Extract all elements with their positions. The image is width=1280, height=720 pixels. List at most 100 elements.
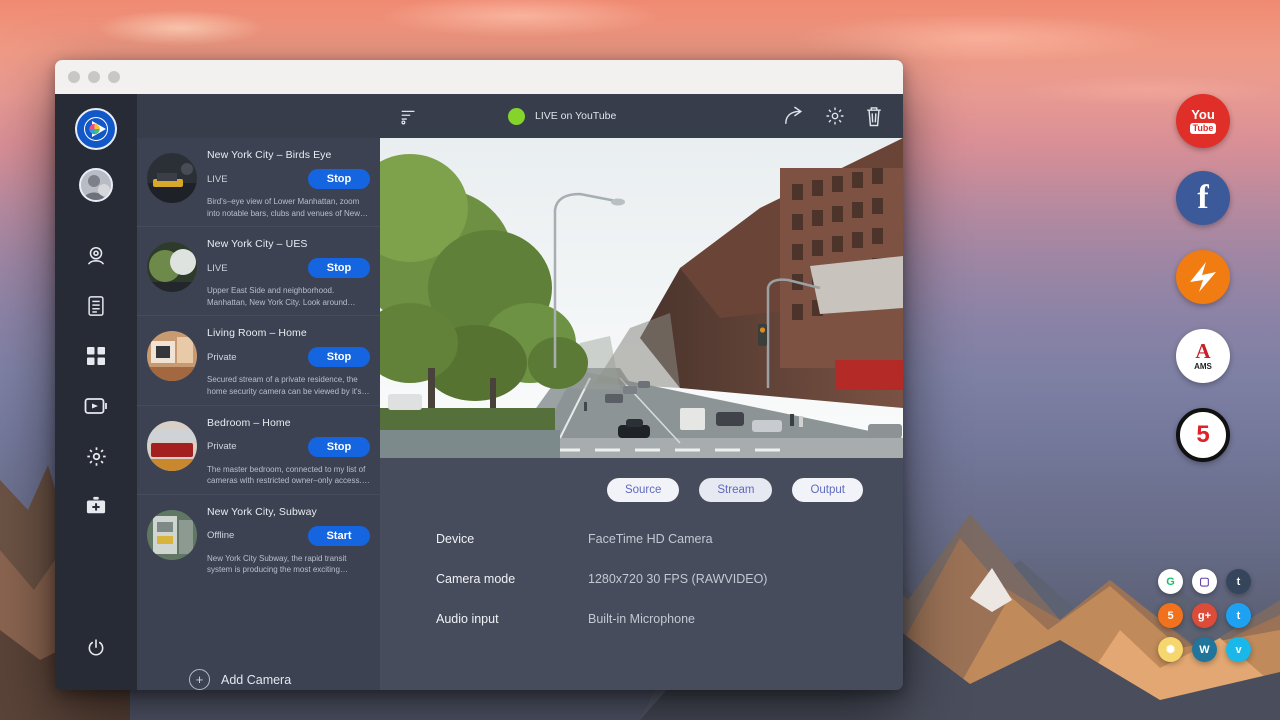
camera-list-panel: New York City – Birds Eye LIVE Stop Bird…	[137, 94, 380, 690]
facebook-f-icon: f	[1197, 181, 1208, 215]
camera-status: LIVE	[207, 263, 228, 274]
detail-key: Camera mode	[436, 572, 588, 586]
sketch-glyph: 5	[1167, 610, 1173, 622]
detail-value: 1280x720 30 FPS (RAWVIDEO)	[588, 572, 767, 586]
tab-stream[interactable]: Stream	[699, 478, 772, 502]
camera-status: Private	[207, 441, 237, 452]
application-window: New York City – Birds Eye LIVE Stop Bird…	[55, 60, 903, 690]
dock-icon-vimeo[interactable]: v	[1226, 637, 1251, 662]
dock-icon-flickr[interactable]: ✺	[1158, 637, 1183, 662]
sidebar-item-settings[interactable]	[76, 436, 116, 476]
dock-icon-facebook[interactable]: f	[1176, 171, 1230, 225]
camera-description: Upper East Side and neighborhood. Manhat…	[207, 285, 370, 308]
live-status-dot	[508, 108, 525, 125]
video-preview[interactable]	[380, 138, 903, 458]
sidebar-item-logs[interactable]	[76, 286, 116, 326]
add-camera-label: Add Camera	[221, 673, 291, 687]
app-logo-icon[interactable]	[75, 108, 117, 150]
camera-list-item[interactable]: New York City – UES LIVE Stop Upper East…	[137, 227, 380, 316]
detail-row-audio-input: Audio input Built-in Microphone	[436, 612, 903, 626]
camera-list-item[interactable]: Bedroom – Home Private Stop The master b…	[137, 406, 380, 495]
window-maximize-button[interactable]	[108, 71, 120, 83]
video-screen-icon	[84, 396, 108, 416]
dock-icon-target-five[interactable]: 5	[1176, 408, 1230, 462]
add-box-icon	[85, 496, 107, 516]
vimeo-glyph: v	[1235, 644, 1241, 656]
camera-thumbnail	[147, 153, 197, 203]
share-arrow-icon[interactable]	[783, 106, 805, 126]
camera-action-button[interactable]: Stop	[308, 258, 370, 278]
dock-icon-wowza[interactable]	[1176, 250, 1230, 304]
camera-status: LIVE	[207, 174, 228, 185]
camera-list[interactable]: New York City – Birds Eye LIVE Stop Bird…	[137, 138, 380, 641]
user-avatar[interactable]	[79, 168, 113, 202]
thumbnail-ues	[147, 242, 197, 292]
lightning-icon	[1182, 256, 1224, 298]
detail-value: Built-in Microphone	[588, 612, 695, 626]
camera-thumbnail	[147, 421, 197, 471]
camera-status: Offline	[207, 530, 234, 541]
dock-icon-adobe-ams[interactable]: A AMS	[1176, 329, 1230, 383]
video-frame	[380, 138, 903, 458]
camera-thumbnail	[147, 510, 197, 560]
twitch-glyph: ▢	[1199, 575, 1209, 588]
sidebar-item-streams[interactable]	[76, 386, 116, 426]
camera-description: Bird's–eye view of Lower Manhattan, zoom…	[207, 196, 370, 219]
dock-icon-twitch[interactable]: ▢	[1192, 569, 1217, 594]
dock-icon-youtube[interactable]: You Tube	[1176, 94, 1230, 148]
main-panel: LIVE on YouTube	[380, 94, 903, 690]
sort-icon[interactable]	[400, 108, 417, 125]
camera-action-button[interactable]: Stop	[308, 347, 370, 367]
detail-tabs[interactable]: Source Stream Output	[380, 458, 903, 502]
flickr-glyph: ✺	[1166, 643, 1175, 656]
gear-icon[interactable]	[825, 106, 845, 126]
tumblr-glyph: t	[1237, 576, 1241, 588]
trash-icon[interactable]	[865, 106, 883, 127]
camera-action-button[interactable]: Start	[308, 526, 370, 546]
dock-icon-youtube-line2: Tube	[1190, 123, 1217, 134]
avatar-icon	[81, 170, 111, 200]
window-titlebar[interactable]	[55, 60, 903, 94]
window-close-button[interactable]	[68, 71, 80, 83]
camera-list-item[interactable]: New York City – Birds Eye LIVE Stop Bird…	[137, 138, 380, 227]
camera-title: New York City – Birds Eye	[207, 149, 370, 161]
power-icon	[86, 638, 106, 658]
sidebar-item-cameras[interactable]	[76, 236, 116, 276]
detail-key: Audio input	[436, 612, 588, 626]
dock-icon-wordpress[interactable]: W	[1192, 637, 1217, 662]
wordpress-glyph: W	[1199, 644, 1209, 656]
camera-action-button[interactable]: Stop	[308, 437, 370, 457]
dock-icon-google-plus[interactable]: g+	[1192, 603, 1217, 628]
dock-icon-sketch[interactable]: 5	[1158, 603, 1183, 628]
sidebar-rail	[55, 94, 137, 690]
window-minimize-button[interactable]	[88, 71, 100, 83]
thumbnail-bedroom	[147, 421, 197, 471]
dock-icon-youtube-line1: You	[1191, 108, 1215, 121]
detail-row-camera-mode: Camera mode 1280x720 30 FPS (RAWVIDEO)	[436, 572, 903, 586]
thumbnail-birds-eye	[147, 153, 197, 203]
dock-icon-tumblr[interactable]: t	[1226, 569, 1251, 594]
camera-action-button[interactable]: Stop	[308, 169, 370, 189]
dock-icon-twitter[interactable]: t	[1226, 603, 1251, 628]
camera-list-item[interactable]: New York City, Subway Offline Start New …	[137, 495, 380, 583]
gear-icon	[86, 446, 107, 467]
camera-list-header	[137, 94, 380, 138]
main-toolbar: LIVE on YouTube	[380, 94, 903, 138]
sidebar-item-dashboard[interactable]	[76, 336, 116, 376]
tab-output[interactable]: Output	[792, 478, 863, 502]
detail-key: Device	[436, 532, 588, 546]
sidebar-item-add-source[interactable]	[76, 486, 116, 526]
sidebar-item-power[interactable]	[76, 628, 116, 668]
camera-description: The master bedroom, connected to my list…	[207, 464, 370, 487]
thumbnail-subway	[147, 510, 197, 560]
camera-title: New York City – UES	[207, 238, 370, 250]
twitter-glyph: t	[1237, 610, 1241, 622]
camera-title: Living Room – Home	[207, 327, 370, 339]
add-camera-button[interactable]: + Add Camera	[137, 641, 380, 690]
document-list-icon	[86, 295, 106, 317]
camera-list-item[interactable]: Living Room – Home Private Stop Secured …	[137, 316, 380, 405]
tab-source[interactable]: Source	[607, 478, 679, 502]
camera-description: Secured stream of a private residence, t…	[207, 374, 370, 397]
camera-title: Bedroom – Home	[207, 417, 370, 429]
dock-icon-grammarly[interactable]: G	[1158, 569, 1183, 594]
